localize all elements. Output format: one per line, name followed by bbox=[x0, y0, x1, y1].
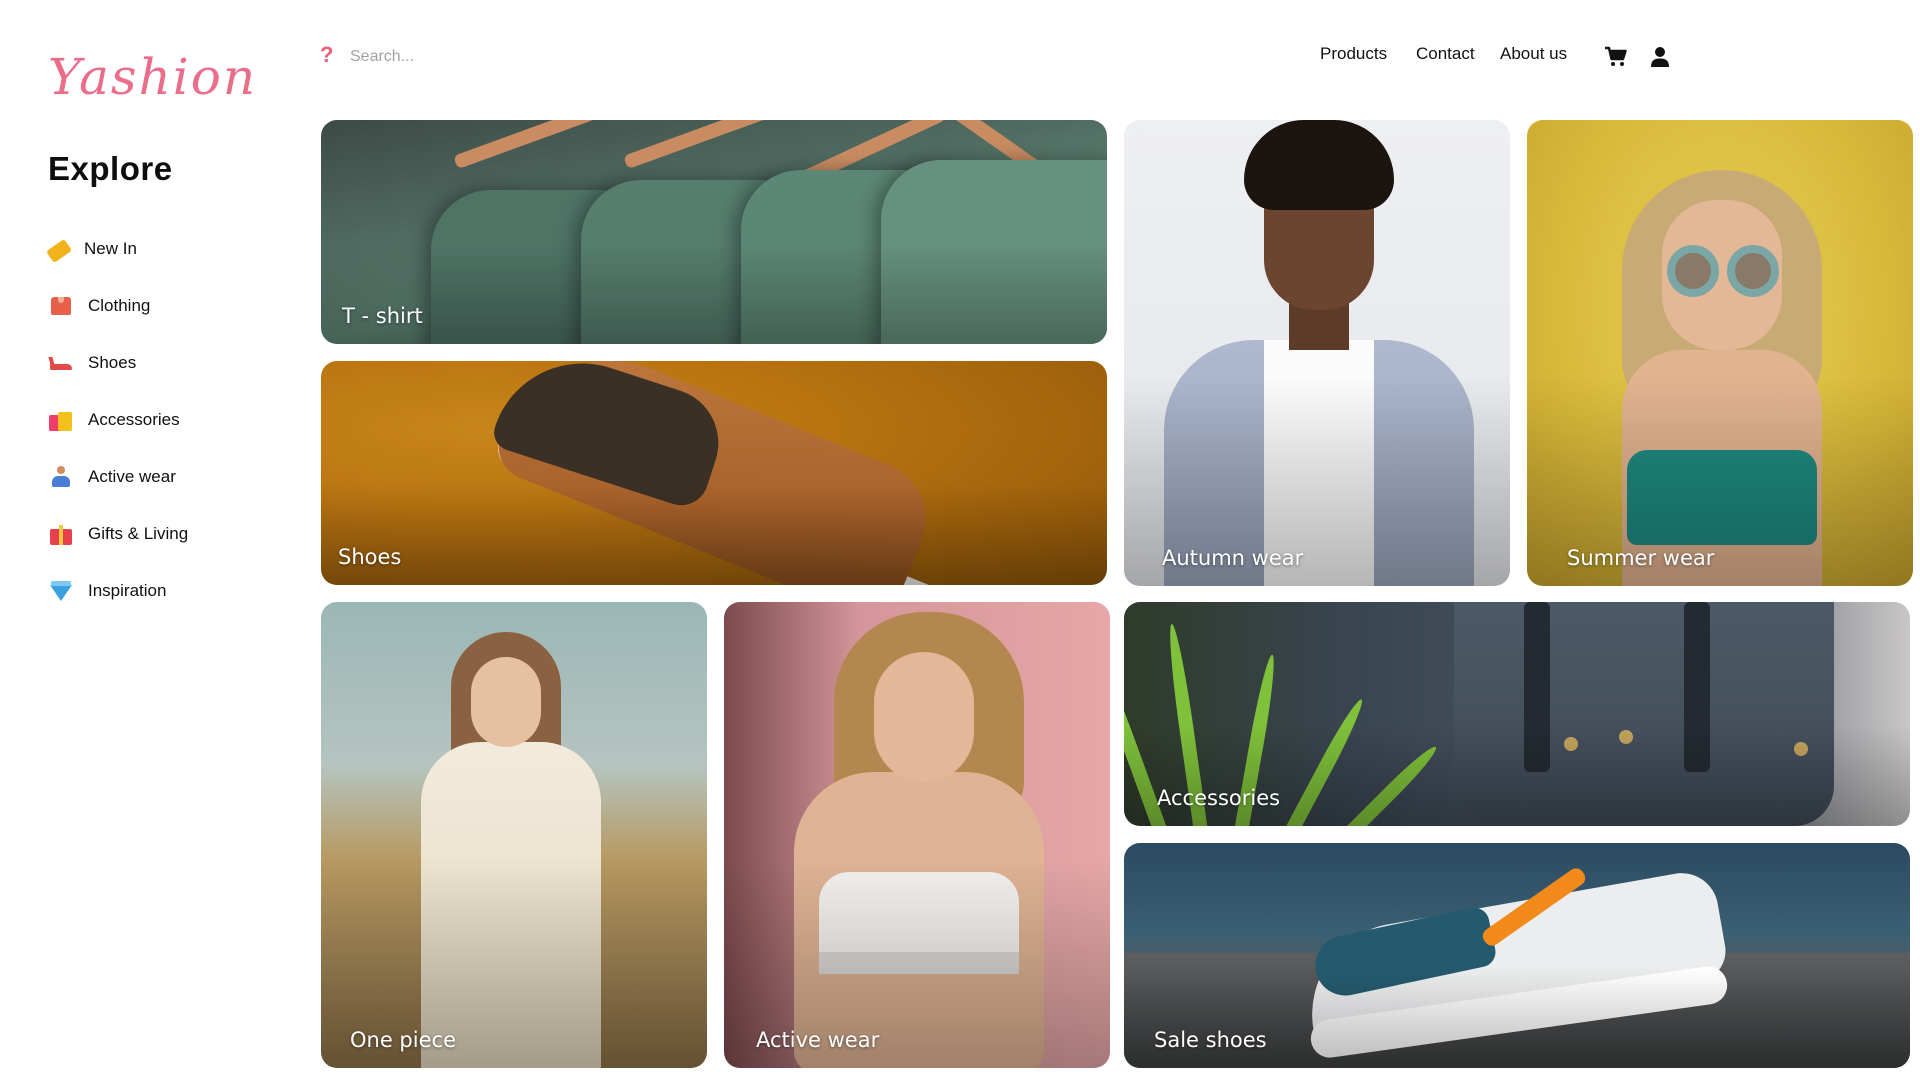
tile-label: Summer wear bbox=[1567, 546, 1715, 570]
gift-icon bbox=[48, 521, 74, 547]
sidebar-item-label: Accessories bbox=[88, 409, 180, 429]
tile-label: Active wear bbox=[756, 1028, 880, 1052]
brand-logo[interactable]: Yashion bbox=[48, 48, 257, 106]
face-shape bbox=[471, 657, 541, 747]
search-icon[interactable]: ? bbox=[320, 42, 333, 68]
category-tile-autumn-wear[interactable]: Autumn wear bbox=[1124, 120, 1510, 586]
shopping-bags-icon bbox=[48, 407, 74, 433]
face-shape bbox=[874, 652, 974, 782]
category-tile-one-piece[interactable]: One piece bbox=[321, 602, 707, 1068]
sidebar-item-label: New In bbox=[84, 238, 137, 258]
caption-gradient bbox=[1124, 966, 1910, 1068]
category-tile-accessories[interactable]: Accessories bbox=[1124, 602, 1910, 826]
price-tag-icon bbox=[45, 238, 73, 263]
sidebar-item-gifts-living[interactable]: Gifts & Living bbox=[48, 505, 188, 562]
sidebar-item-clothing[interactable]: Clothing bbox=[48, 277, 188, 334]
tile-label: Shoes bbox=[338, 545, 402, 569]
tile-label: Autumn wear bbox=[1162, 546, 1304, 570]
caption-gradient bbox=[1124, 725, 1910, 826]
caption-gradient bbox=[321, 243, 1107, 344]
sidebar-item-label: Gifts & Living bbox=[88, 523, 189, 543]
cart-icon[interactable] bbox=[1604, 46, 1628, 68]
tile-label: Accessories bbox=[1157, 786, 1281, 810]
sidebar-nav: New In Clothing Shoes Accessories Active… bbox=[45, 220, 188, 619]
category-tile-t-shirt[interactable]: T - shirt bbox=[321, 120, 1107, 344]
sunglasses-lens-shape bbox=[1727, 245, 1779, 297]
search-input[interactable] bbox=[350, 42, 670, 72]
sidebar-item-label: Clothing bbox=[88, 295, 151, 315]
hair-shape bbox=[1244, 120, 1394, 210]
tile-label: One piece bbox=[350, 1028, 456, 1052]
tile-label: T - shirt bbox=[342, 304, 423, 328]
top-nav: Products Contact About us bbox=[1320, 44, 1920, 74]
sidebar-item-new-in[interactable]: New In bbox=[45, 220, 188, 277]
category-tile-shoes[interactable]: Shoes bbox=[321, 361, 1107, 585]
gem-icon bbox=[48, 578, 74, 604]
category-tile-summer-wear[interactable]: Summer wear bbox=[1527, 120, 1913, 586]
shirt-icon bbox=[48, 293, 74, 319]
sidebar-item-label: Active wear bbox=[88, 466, 176, 486]
category-tile-sale-shoes[interactable]: Sale shoes bbox=[1124, 843, 1910, 1068]
yoga-person-icon bbox=[48, 464, 74, 490]
high-heel-icon bbox=[48, 350, 74, 376]
sunglasses-lens-shape bbox=[1667, 245, 1719, 297]
sidebar-item-label: Shoes bbox=[88, 352, 137, 372]
sidebar-item-inspiration[interactable]: Inspiration bbox=[48, 562, 188, 619]
nav-link-products[interactable]: Products bbox=[1320, 44, 1387, 64]
nav-link-contact[interactable]: Contact bbox=[1416, 44, 1475, 64]
sidebar-item-shoes[interactable]: Shoes bbox=[48, 334, 188, 391]
sidebar-item-accessories[interactable]: Accessories bbox=[48, 391, 188, 448]
explore-heading: Explore bbox=[48, 150, 173, 187]
sidebar-item-label: Inspiration bbox=[88, 580, 167, 600]
hanger-shape bbox=[453, 120, 599, 170]
tile-label: Sale shoes bbox=[1154, 1028, 1267, 1052]
user-icon[interactable] bbox=[1650, 46, 1670, 68]
hanger-shape bbox=[623, 120, 769, 170]
caption-gradient bbox=[321, 484, 1107, 585]
nav-link-about-us[interactable]: About us bbox=[1500, 44, 1567, 64]
category-tile-active-wear[interactable]: Active wear bbox=[724, 602, 1110, 1068]
sidebar-item-active-wear[interactable]: Active wear bbox=[48, 448, 188, 505]
